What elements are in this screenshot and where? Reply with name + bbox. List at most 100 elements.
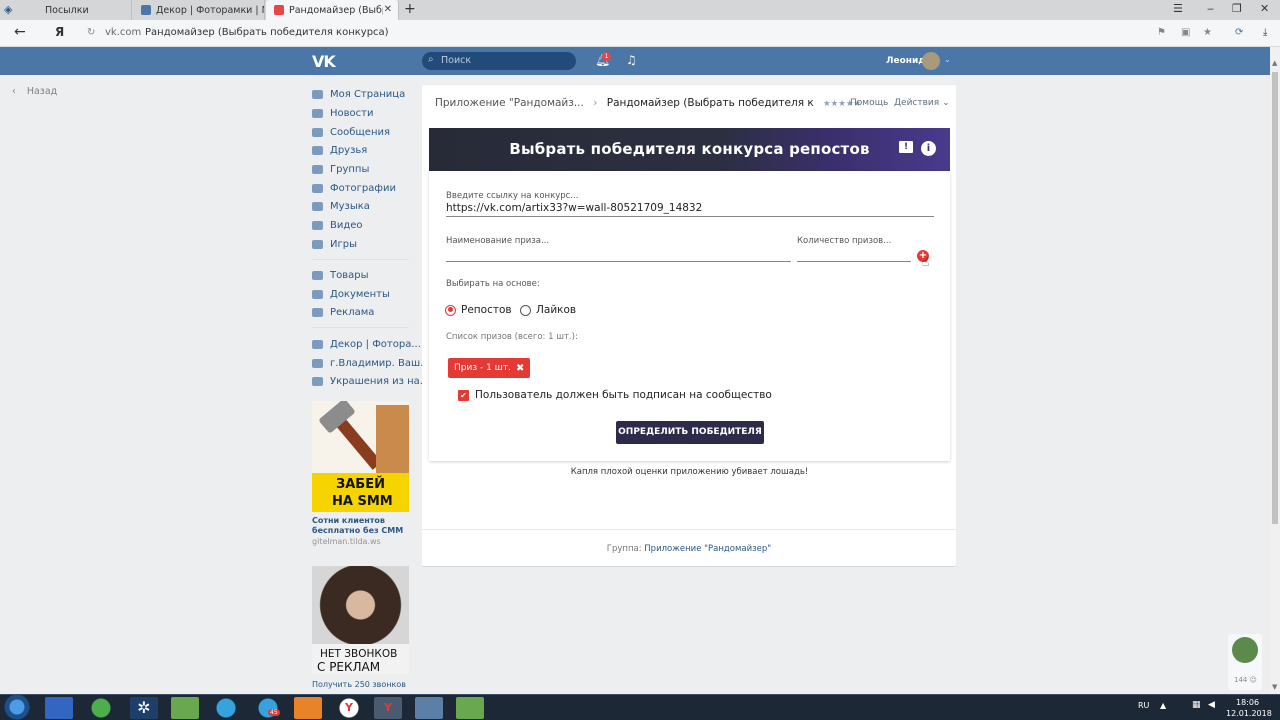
taskbar-app-yandex2-icon[interactable]: Y [374, 697, 402, 719]
browser-tab-dekor[interactable]: Декор | Фоторамки | Меда [133, 0, 265, 20]
user-name[interactable]: Леонид [886, 56, 926, 66]
yandex-logo[interactable]: Я [55, 25, 64, 39]
online-friends-widget[interactable]: 144 ☺ [1228, 634, 1262, 690]
hammer-illustration [312, 401, 409, 473]
sidebar-item-docs[interactable]: Документы [312, 285, 390, 303]
sidebar-item-friends[interactable]: Друзья [312, 141, 367, 159]
scroll-down-icon[interactable]: ▼ [1272, 683, 1277, 691]
report-icon[interactable]: ! [899, 141, 913, 153]
url-input[interactable]: https://vk.com/artix33?w=wall-80521709_1… [446, 202, 702, 214]
close-tab-icon[interactable]: ✕ [384, 4, 392, 15]
radio-reposts[interactable]: Репостов [445, 304, 512, 316]
sidebar-item-label: Товары [330, 269, 369, 281]
ad-title[interactable]: Получить 250 звонков за [312, 680, 409, 689]
subscribe-label: Пользователь должен быть подписан на соо… [475, 389, 772, 401]
minimize-icon[interactable]: ‒ [1207, 2, 1214, 15]
group-icon [312, 164, 323, 174]
close-window-icon[interactable]: ✕ [1260, 2, 1269, 15]
ad-banner-smm[interactable]: ЗАБЕЙ НА SMM [312, 401, 409, 512]
prize-name-input[interactable] [446, 261, 791, 262]
sidebar-item-video[interactable]: Видео [312, 216, 363, 234]
back-link[interactable]: ‹ Назад [12, 86, 57, 97]
sidebar-divider [312, 327, 409, 328]
address-title[interactable]: Рандомайзер (Выбрать победителя конкурса… [145, 27, 389, 38]
address-domain[interactable]: vk.com [105, 27, 141, 38]
taskbar-app-notepad-icon[interactable] [45, 697, 73, 719]
vk-favicon-icon [141, 5, 151, 15]
group-footer-link[interactable]: Приложение "Рандомайзер" [644, 544, 771, 554]
breadcrumb-app[interactable]: Приложение "Рандомайз... [435, 97, 584, 109]
sidebar-item-news[interactable]: Новости [312, 104, 373, 122]
scrollbar[interactable]: ▲ ▼ [1270, 47, 1280, 694]
reload-icon[interactable]: ↻ [87, 27, 95, 38]
prize-chip: Приз - 1 шт. ✖ [448, 358, 531, 378]
sidebar-item-label: Документы [330, 288, 390, 300]
browser-menu-icon[interactable]: ◈ [4, 3, 12, 16]
friends-count: 144 ☺ [1234, 676, 1257, 684]
music-icon[interactable]: ♫ [626, 53, 637, 67]
bookmark-star-icon[interactable]: ★ [1203, 27, 1212, 38]
person-photo [312, 566, 409, 644]
back-arrow-icon[interactable]: ← [14, 24, 26, 40]
browser-tab-randomizer[interactable]: Рандомайзер (Выбрать п ✕ [266, 0, 399, 20]
new-tab-button[interactable]: + [404, 1, 416, 17]
ad-title[interactable]: Сотни клиентов бесплатно без СММ [312, 516, 409, 536]
tray-arrow-icon[interactable]: ▲ [1160, 701, 1166, 710]
vk-logo[interactable]: VK [312, 52, 336, 71]
sidebar-item-photos[interactable]: Фотографии [312, 179, 396, 197]
taskbar-app-yandex-icon[interactable]: Y [335, 697, 363, 719]
taskbar-app-orange-icon[interactable] [294, 697, 322, 719]
music-note-icon [312, 201, 323, 211]
browser-tab-posylki[interactable]: Посылки [22, 0, 132, 20]
taskbar-app-green-icon[interactable] [87, 697, 115, 719]
chevron-down-icon[interactable]: ⌄ [944, 55, 951, 64]
taskbar-app-snowflake-icon[interactable]: ✲ [130, 697, 158, 719]
info-icon[interactable]: i [921, 141, 936, 156]
ad-domain[interactable]: gitelman.tilda.ws [312, 537, 381, 546]
download-icon[interactable]: ⤓ [1263, 27, 1267, 38]
extension-icon[interactable]: ⚑ [1157, 27, 1166, 38]
menu-icon[interactable]: ☰ [1173, 2, 1183, 15]
taskbar-app-leaf-icon[interactable] [171, 697, 199, 719]
sidebar-item-group-decor[interactable]: Декор | Фоторa...1 [312, 335, 438, 353]
clock-date[interactable]: 12.01.2018 [1226, 709, 1272, 718]
network-icon[interactable]: ▦ [1192, 700, 1201, 710]
sidebar-item-music[interactable]: Музыка [312, 197, 370, 215]
friend-avatar[interactable] [1232, 637, 1258, 663]
scrollbar-thumb[interactable] [1272, 72, 1278, 524]
app-header-title: Выбрать победителя конкурса репостов [509, 140, 870, 158]
language-indicator[interactable]: RU [1138, 701, 1149, 710]
search-input[interactable]: ⌕ Поиск [422, 52, 576, 70]
back-label: Назад [26, 86, 58, 97]
scroll-up-icon[interactable]: ▲ [1272, 59, 1277, 67]
sidebar-item-games[interactable]: Игры [312, 235, 357, 253]
maximize-icon[interactable]: ❐ [1232, 2, 1242, 15]
sidebar-item-my-page[interactable]: Моя Страница [312, 85, 405, 103]
subscribe-checkbox[interactable]: ✔ Пользователь должен быть подписан на с… [458, 389, 772, 401]
actions-menu[interactable]: Действия ⌄ [894, 98, 950, 108]
prize-count-input[interactable] [797, 261, 911, 262]
sidebar-item-group-vladimir[interactable]: г.Владимир. Ваш... [312, 354, 430, 372]
volume-icon[interactable]: ◀ [1208, 700, 1215, 710]
sync-icon[interactable]: ⟳ [1235, 27, 1243, 38]
clock-time[interactable]: 18:06 [1236, 698, 1259, 707]
ads-icon [312, 307, 323, 317]
sidebar-item-label: Друзья [330, 144, 368, 156]
help-link[interactable]: Помощь [850, 98, 888, 108]
sidebar-item-group-jewelry[interactable]: Украшения из на... [312, 372, 429, 390]
start-button[interactable] [2, 694, 32, 720]
ad-banner-calls[interactable]: НЕТ ЗВОНКОВ С РЕКЛАМ [312, 566, 409, 674]
sidebar-item-ads[interactable]: Реклама [312, 303, 374, 321]
sidebar-item-groups[interactable]: Группы [312, 160, 369, 178]
sidebar-item-goods[interactable]: Товары [312, 266, 369, 284]
taskbar-app-leaf2-icon[interactable] [456, 697, 484, 719]
taskbar-app-files-icon[interactable] [415, 697, 443, 719]
determine-winner-button[interactable]: ОПРЕДЕЛИТЬ ПОБЕДИТЕЛЯ [616, 421, 764, 444]
remove-prize-icon[interactable]: ✖ [516, 363, 524, 374]
taskbar-app-telegram-icon[interactable] [212, 697, 240, 719]
reader-icon[interactable]: ▣ [1181, 27, 1190, 38]
sidebar-item-messages[interactable]: Сообщения [312, 123, 390, 141]
radio-likes[interactable]: Лайков [520, 304, 576, 316]
sidebar-item-label: Украшения из на... [330, 375, 430, 387]
avatar[interactable] [922, 52, 940, 70]
